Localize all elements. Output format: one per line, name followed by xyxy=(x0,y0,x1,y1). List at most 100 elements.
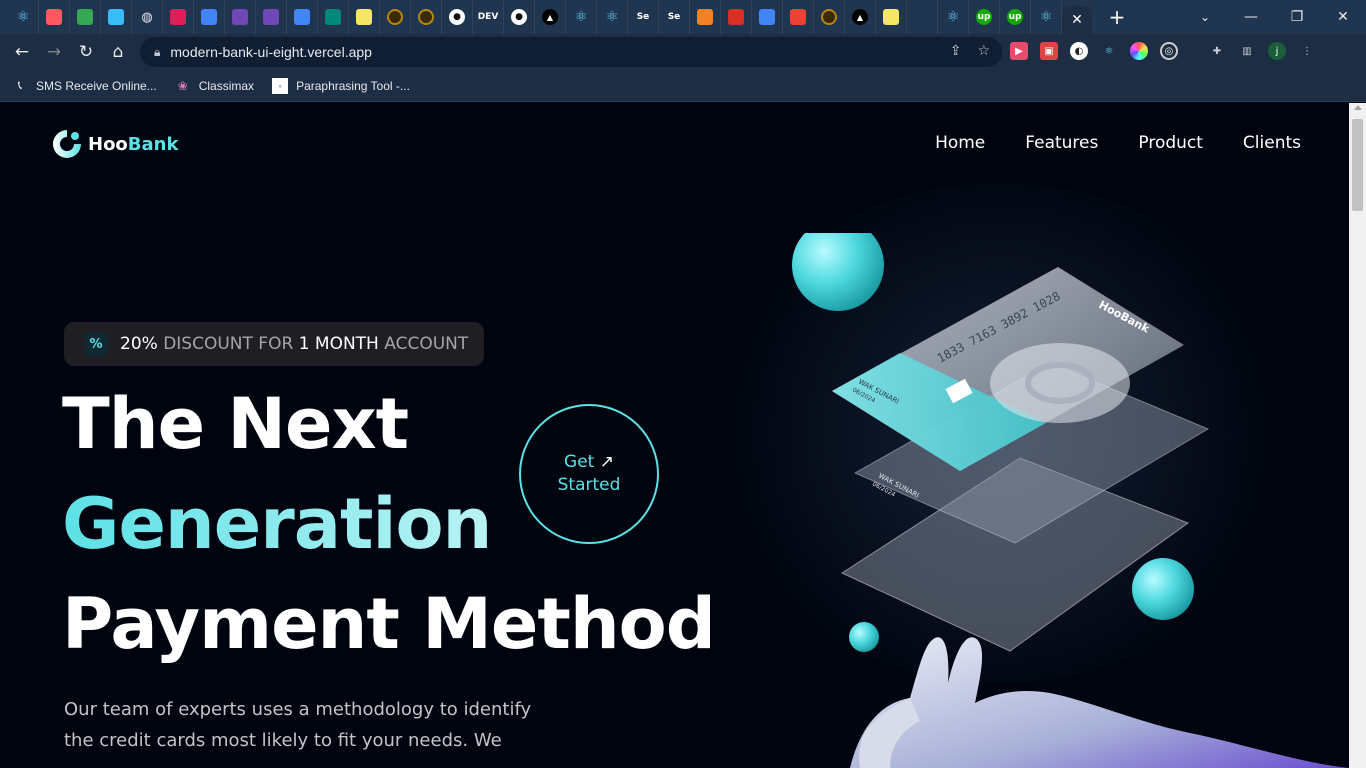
github-icon: ● xyxy=(511,9,527,25)
active-tab-close[interactable]: ✕ xyxy=(1062,6,1092,34)
minimize-button[interactable]: — xyxy=(1228,0,1274,34)
tab-27[interactable]: ▲ xyxy=(845,0,876,34)
bookmark-sms[interactable]: 📞︎ SMS Receive Online... xyxy=(12,78,157,94)
tab-19[interactable]: ⚛ xyxy=(597,0,628,34)
tab-22[interactable] xyxy=(690,0,721,34)
phone-icon: 📞︎ xyxy=(17,78,23,92)
blank-icon xyxy=(914,9,930,25)
hotel-icon xyxy=(728,9,744,25)
tab-14[interactable]: ● xyxy=(442,0,473,34)
bookmark-label: Classimax xyxy=(198,78,255,93)
tab-9[interactable] xyxy=(287,0,318,34)
get-started-label: Get ↗ Started xyxy=(558,451,621,497)
maps-icon xyxy=(77,9,93,25)
tab-13[interactable] xyxy=(411,0,442,34)
new-tab-button[interactable]: + xyxy=(1102,0,1132,34)
sidepanel-icon[interactable]: ▥ xyxy=(1238,42,1256,60)
menu-kebab-icon[interactable]: ⋮ xyxy=(1298,42,1316,60)
tab-11[interactable] xyxy=(349,0,380,34)
tab-26[interactable] xyxy=(814,0,845,34)
video-extension-icon[interactable]: ▶ xyxy=(1010,42,1028,60)
airbnb-icon xyxy=(46,9,62,25)
discount-num: 1 MONTH xyxy=(298,334,379,354)
tab-3[interactable] xyxy=(101,0,132,34)
tab-0[interactable]: ⚛ xyxy=(8,0,39,34)
share-icon[interactable]: ⇪ xyxy=(950,43,962,59)
reload-button[interactable]: ↻ xyxy=(70,36,102,68)
back-button[interactable]: ← xyxy=(6,36,38,68)
color-picker-icon[interactable] xyxy=(1130,42,1148,60)
tab-5[interactable] xyxy=(163,0,194,34)
stackoverflow-icon xyxy=(697,9,713,25)
tab-17[interactable]: ▲ xyxy=(535,0,566,34)
bookmark-paraphrasing[interactable]: ◦ Paraphrasing Tool -... xyxy=(272,77,410,94)
tab-18[interactable]: ⚛ xyxy=(566,0,597,34)
bookmark-star-icon[interactable]: ☆ xyxy=(977,43,990,59)
forms-icon xyxy=(232,9,248,25)
tab-25[interactable] xyxy=(783,0,814,34)
nav-product[interactable]: Product xyxy=(1138,133,1203,153)
tab-6[interactable] xyxy=(194,0,225,34)
nav-features[interactable]: Features xyxy=(1025,133,1098,153)
tab-32[interactable]: up xyxy=(1000,0,1031,34)
upwork-icon: up xyxy=(976,9,992,25)
upwork-icon: up xyxy=(1007,9,1023,25)
tab-30[interactable]: ⚛ xyxy=(938,0,969,34)
get-started-button[interactable]: Get ↗ Started xyxy=(519,404,659,544)
tab-4[interactable]: ◍ xyxy=(132,0,163,34)
photos-icon xyxy=(759,9,775,25)
tab-8[interactable] xyxy=(256,0,287,34)
github-icon: ● xyxy=(449,9,465,25)
profile-avatar[interactable]: j xyxy=(1268,42,1286,60)
bookmarks-bar: 📞︎ SMS Receive Online... ❀ Classimax ◦ Para… xyxy=(0,70,1366,102)
tab-23[interactable] xyxy=(721,0,752,34)
dark-reader-icon[interactable]: ◐ xyxy=(1070,42,1088,60)
tab-search-icon[interactable]: ⌄ xyxy=(1190,0,1220,34)
discount-pre: DISCOUNT FOR xyxy=(163,334,294,354)
tab-24[interactable] xyxy=(752,0,783,34)
docs-icon xyxy=(201,9,217,25)
tab-7[interactable] xyxy=(225,0,256,34)
lotus-icon: ❀ xyxy=(177,78,188,93)
tab-12[interactable] xyxy=(380,0,411,34)
tab-2[interactable] xyxy=(70,0,101,34)
react-devtools-icon[interactable]: ⚛ xyxy=(1100,42,1118,60)
cta-line-2: Started xyxy=(557,475,621,495)
tab-28[interactable] xyxy=(876,0,907,34)
tailwind-icon xyxy=(108,9,124,25)
screenshot-extension-icon[interactable]: ▣ xyxy=(1040,42,1058,60)
scroll-up-arrow-icon[interactable] xyxy=(1354,105,1362,110)
forward-button[interactable]: → xyxy=(38,36,70,68)
tab-1[interactable] xyxy=(39,0,70,34)
tab-10[interactable] xyxy=(318,0,349,34)
puzzle-extension-icon[interactable]: ✚ xyxy=(1208,42,1226,60)
bookmark-classimax[interactable]: ❀ Classimax xyxy=(175,78,254,94)
home-button[interactable]: ⌂ xyxy=(102,36,134,68)
tab-31[interactable]: up xyxy=(969,0,1000,34)
page-scrollbar[interactable] xyxy=(1349,103,1366,768)
address-bar[interactable]: 🔒︎ modern-bank-ui-eight.vercel.app ⇪ ☆ xyxy=(140,37,1002,67)
tab-29[interactable] xyxy=(907,0,938,34)
scrollbar-thumb[interactable] xyxy=(1352,119,1363,211)
target-extension-icon[interactable]: ◎ xyxy=(1160,42,1178,60)
hoobank-logo[interactable]: HooBank xyxy=(50,127,178,161)
close-window-button[interactable]: ✕ xyxy=(1320,0,1366,34)
tab-20[interactable]: Se xyxy=(628,0,659,34)
tab-21[interactable]: Se xyxy=(659,0,690,34)
nav-home[interactable]: Home xyxy=(935,133,985,153)
sphere-medium xyxy=(1132,558,1194,620)
react-icon: ⚛ xyxy=(16,9,30,25)
percent-icon: % xyxy=(84,332,108,356)
react-icon: ⚛ xyxy=(1039,9,1053,25)
tab-16[interactable]: ● xyxy=(504,0,535,34)
tab-strip: ⚛ ◍ ● DEV ● ▲ ⚛ ⚛ Se Se ▲ ⚛ up up ⚛ xyxy=(0,0,1062,34)
nav-clients[interactable]: Clients xyxy=(1243,133,1301,153)
meet-icon xyxy=(325,9,341,25)
headline-line-1: The Next xyxy=(62,383,409,465)
restore-button[interactable]: ❐ xyxy=(1274,0,1320,34)
discount-post: ACCOUNT xyxy=(384,334,469,354)
tab-33[interactable]: ⚛ xyxy=(1031,0,1062,34)
browser-toolbar: ← → ↻ ⌂ 🔒︎ modern-bank-ui-eight.vercel.a… xyxy=(0,34,1366,70)
tab-15[interactable]: DEV xyxy=(473,0,504,34)
discount-badge: % 20% DISCOUNT FOR 1 MONTH ACCOUNT xyxy=(64,322,484,366)
